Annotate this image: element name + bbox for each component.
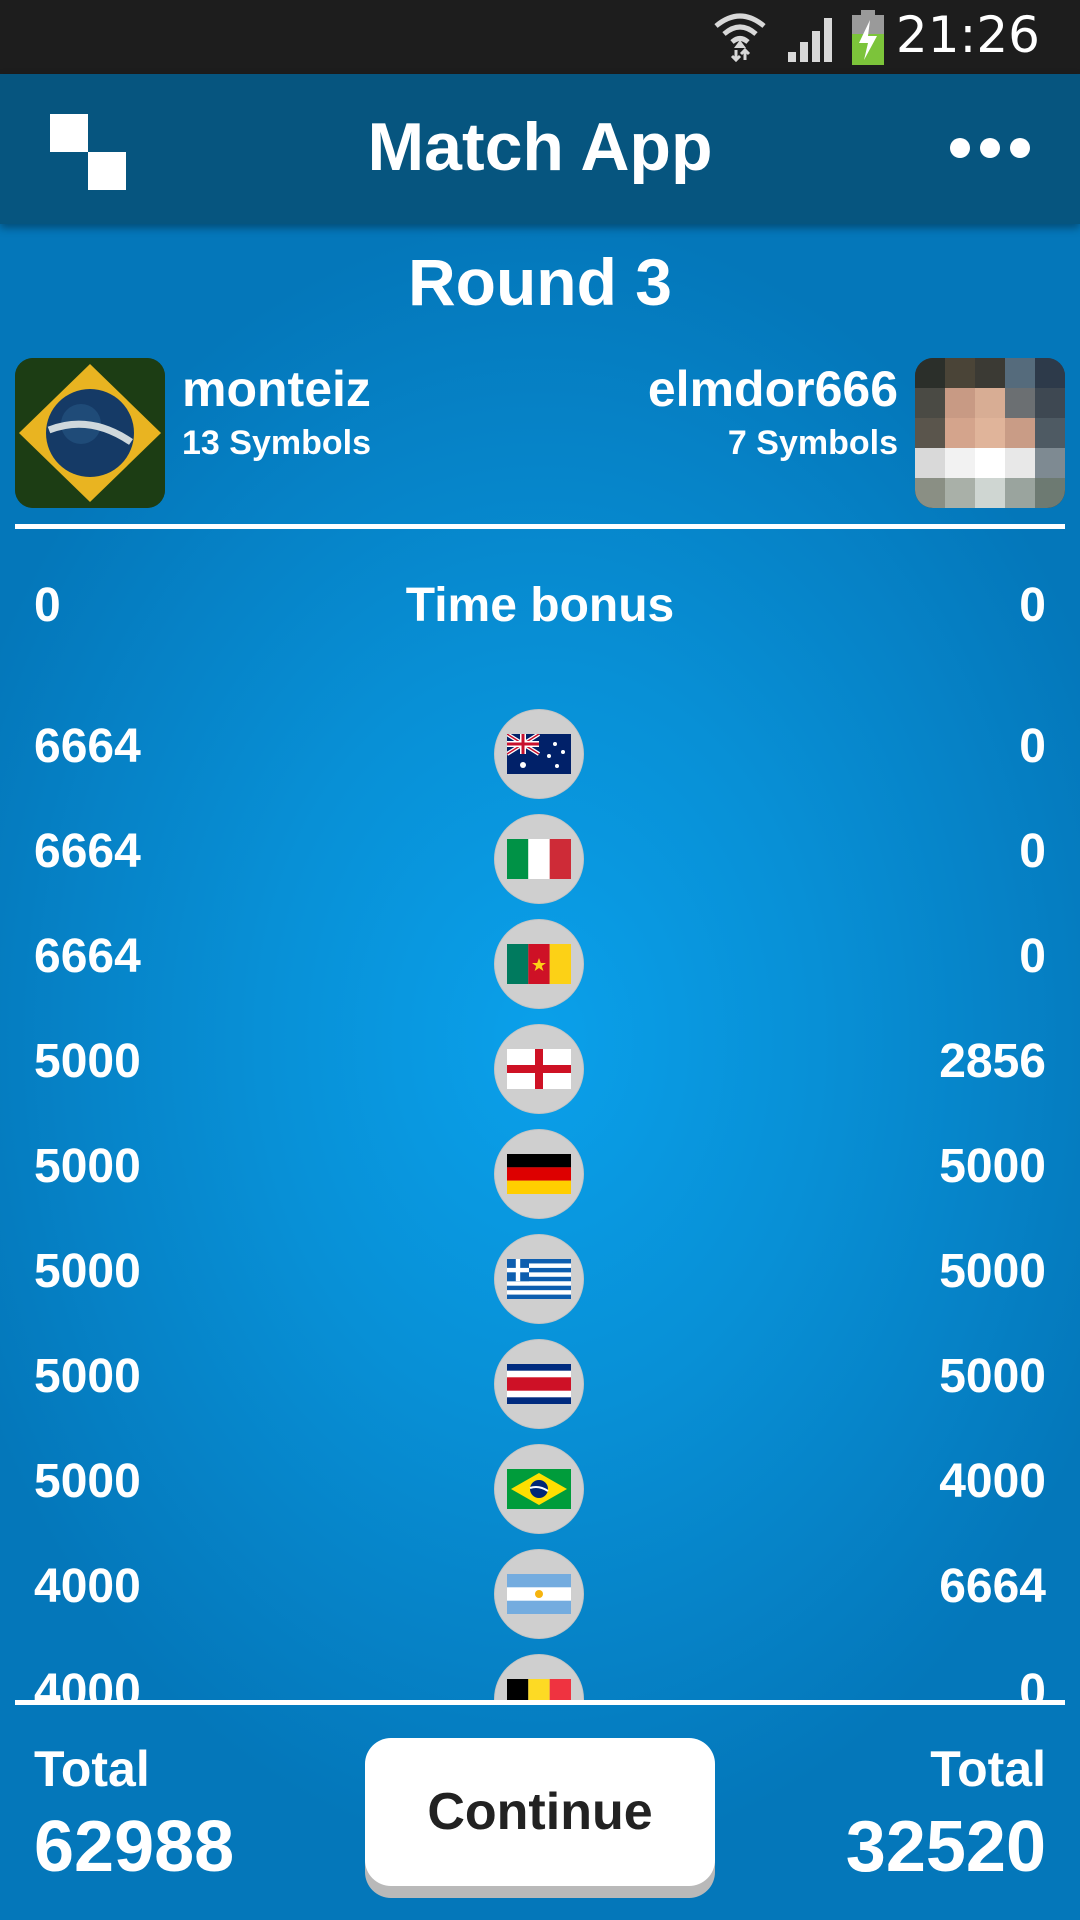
right-score: 5000 [939, 1245, 1046, 1298]
player-right-name: elmdor666 [647, 361, 898, 417]
time-bonus-right: 0 [1019, 579, 1046, 632]
total-left-value: 62988 [34, 1807, 235, 1887]
time-bonus-label: Time bonus [405, 579, 675, 632]
right-score: 6664 [939, 1560, 1046, 1613]
right-score: 2856 [939, 1035, 1046, 1088]
round-title: Round 3 [408, 245, 672, 319]
app-bar: Match App [0, 74, 1080, 224]
australia-flag-icon[interactable] [494, 709, 584, 799]
argentina-flag-icon[interactable] [494, 1549, 584, 1639]
brazil-flag-icon[interactable] [494, 1444, 584, 1534]
italy-flag-icon[interactable] [494, 814, 584, 904]
right-score: 0 [1019, 825, 1046, 878]
england-flag-icon[interactable] [494, 1024, 584, 1114]
score-row: 4000 6664 [0, 1535, 1080, 1640]
left-score: 6664 [34, 720, 141, 773]
right-score: 0 [1019, 720, 1046, 773]
score-row: 5000 2856 [0, 1010, 1080, 1115]
right-score: 4000 [939, 1455, 1046, 1508]
total-right-label: Total [930, 1741, 1046, 1797]
player-right-avatar [915, 358, 1065, 508]
player-right-symbols: 7 Symbols [727, 424, 898, 462]
player-left-symbols: 13 Symbols [182, 424, 371, 462]
score-row: 6664 0 [0, 800, 1080, 905]
right-score: 5000 [939, 1140, 1046, 1193]
left-score: 6664 [34, 825, 141, 878]
score-row: 5000 5000 [0, 1115, 1080, 1220]
germany-flag-icon[interactable] [494, 1129, 584, 1219]
score-list[interactable]: 6664 0 6664 0 6664 0 5000 2856 5000 5000… [0, 660, 1080, 1702]
score-row: 6664 0 [0, 695, 1080, 800]
costa-rica-flag-icon[interactable] [494, 1339, 584, 1429]
bottom-divider [15, 1700, 1065, 1705]
greece-flag-icon[interactable] [494, 1234, 584, 1324]
score-row: 5000 4000 [0, 1430, 1080, 1535]
right-score: 0 [1019, 1665, 1046, 1702]
left-score: 5000 [34, 1350, 141, 1403]
left-score: 5000 [34, 1245, 141, 1298]
right-score: 0 [1019, 930, 1046, 983]
left-score: 5000 [34, 1455, 141, 1508]
app-title: Match App [367, 109, 713, 185]
top-divider [15, 524, 1065, 529]
left-score: 5000 [34, 1035, 141, 1088]
left-score: 4000 [34, 1665, 141, 1702]
status-bar: 21:26 [0, 0, 1080, 74]
score-row: 5000 5000 [0, 1220, 1080, 1325]
total-right-value: 32520 [845, 1807, 1046, 1887]
score-row: 6664 0 [0, 905, 1080, 1010]
left-score: 4000 [34, 1560, 141, 1613]
player-left-avatar [15, 358, 165, 508]
overflow-menu-icon[interactable] [950, 136, 1030, 160]
score-row: 5000 5000 [0, 1325, 1080, 1430]
left-score: 5000 [34, 1140, 141, 1193]
belgium-flag-icon[interactable] [494, 1654, 584, 1702]
left-score: 6664 [34, 930, 141, 983]
continue-button[interactable]: Continue [365, 1738, 715, 1886]
signal-icon [788, 18, 832, 62]
player-left-name: monteiz [182, 361, 371, 417]
wifi-icon [714, 13, 766, 62]
score-row: 4000 0 [0, 1640, 1080, 1702]
battery-charging-icon [852, 10, 884, 65]
total-left-label: Total [34, 1741, 150, 1797]
clock: 21:26 [895, 6, 1040, 64]
cameroon-flag-icon[interactable] [494, 919, 584, 1009]
right-score: 5000 [939, 1350, 1046, 1403]
